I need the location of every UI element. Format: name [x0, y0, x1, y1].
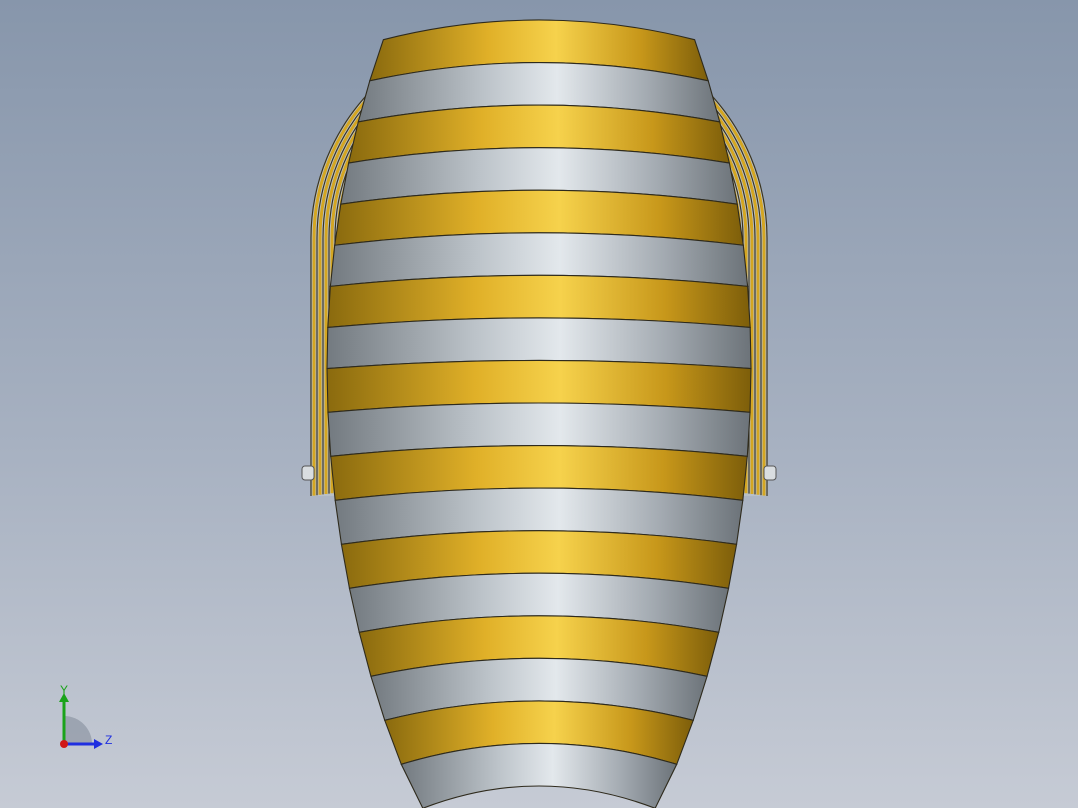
- z-axis-label: Z: [105, 733, 112, 747]
- duct-front-bands: [326, 19, 752, 808]
- y-axis-label: Y: [60, 684, 68, 697]
- x-axis-dot: [60, 740, 68, 748]
- z-axis-arrowhead: [94, 739, 103, 749]
- silver-band: [400, 742, 678, 808]
- elbow-duct-model[interactable]: [0, 0, 1078, 808]
- coordinate-triad-icon: Y Z: [59, 684, 112, 749]
- 3d-viewport[interactable]: Y Z: [0, 0, 1078, 808]
- triad-quadrant: [64, 716, 92, 744]
